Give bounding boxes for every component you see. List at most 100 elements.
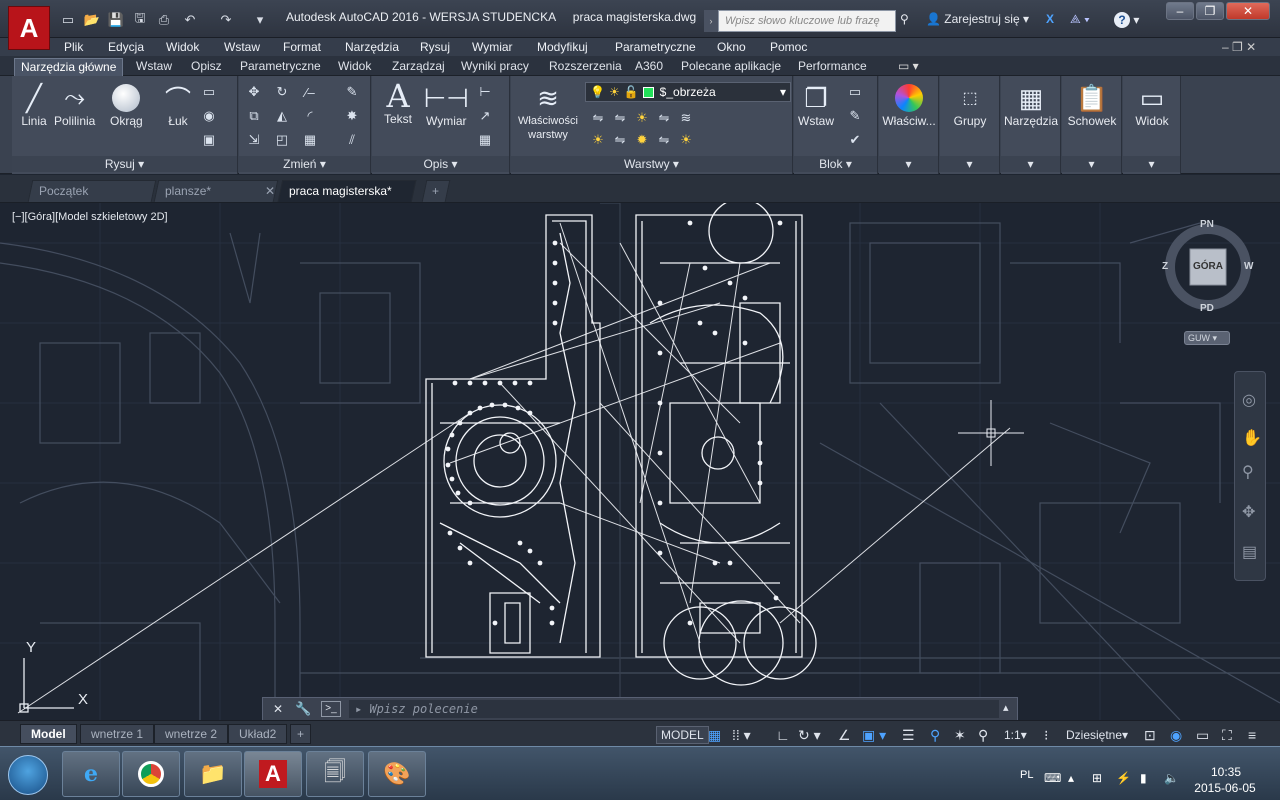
pan-icon[interactable]: ✋ <box>1242 428 1262 448</box>
doc-window-controls[interactable]: ‒ ❐ ✕ <box>1222 38 1256 56</box>
rectangle-icon[interactable]: ▭ <box>200 84 218 100</box>
tab-output[interactable]: Wyniki pracy <box>455 58 535 76</box>
open-file-icon[interactable]: 📂 <box>82 11 102 29</box>
clock-time[interactable]: 10:35 <box>1196 765 1256 779</box>
add-layout-button[interactable]: + <box>290 724 312 744</box>
tab-addins[interactable]: Rozszerzenia <box>543 58 628 76</box>
layer-tool-icon[interactable]: ☀ <box>589 132 607 148</box>
save-as-icon[interactable]: 🖫 <box>130 10 150 29</box>
qat-dropdown-icon[interactable]: ▾ <box>250 11 270 29</box>
create-block-icon[interactable]: ▭ <box>846 84 864 100</box>
fillet-icon[interactable]: ◜ <box>301 108 319 124</box>
close-icon[interactable]: ✕ <box>273 702 283 716</box>
stretch-icon[interactable]: ⇲ <box>245 132 263 148</box>
internet-explorer-icon[interactable]: e <box>62 751 120 797</box>
autocad-taskbar-icon[interactable]: A <box>244 751 302 797</box>
layer-tool-icon[interactable]: ⇋ <box>655 132 673 148</box>
menu-item[interactable]: Okno <box>717 38 746 56</box>
redo-icon[interactable]: ↷ <box>216 11 236 29</box>
mleader-icon[interactable]: ↗ <box>476 108 494 124</box>
explorer-icon[interactable]: 📁 <box>184 751 242 797</box>
network-icon[interactable]: ▮ <box>1140 771 1147 785</box>
trim-icon[interactable]: ⁄– <box>301 84 319 100</box>
tab-home[interactable]: Narzędzia główne <box>14 58 124 76</box>
clean-screen-icon[interactable]: ⛶ <box>1222 726 1232 744</box>
maximize-button[interactable]: ❐ <box>1196 2 1224 20</box>
menu-item[interactable]: Wymiar <box>472 38 513 56</box>
tab-view[interactable]: Widok <box>332 58 377 76</box>
volume-icon[interactable]: 🔈 <box>1164 771 1179 785</box>
layer-tool-icon[interactable]: ⇋ <box>589 110 607 126</box>
panel-groups[interactable]: ⬚ Grupy ▾ <box>940 76 1000 174</box>
power-icon[interactable]: ⚡ <box>1116 771 1131 785</box>
layer-tool-icon[interactable]: ✹ <box>633 132 651 148</box>
save-icon[interactable]: 💾 <box>106 11 126 29</box>
model-space-toggle[interactable]: MODEL <box>656 726 709 744</box>
minimize-button[interactable]: ‒ <box>1166 2 1194 20</box>
panel-utilities[interactable]: ▦ Narzędzia ▾ <box>1001 76 1061 174</box>
tab-featured-apps[interactable]: Polecane aplikacje <box>675 58 787 76</box>
print-icon[interactable]: ⎙ <box>154 11 174 29</box>
layer-tool-icon[interactable]: ≋ <box>677 110 695 126</box>
object-snap-icon[interactable]: ▣ ▾ <box>862 726 886 744</box>
utilities-tool[interactable]: ▦ Narzędzia <box>1001 82 1061 129</box>
leader-icon[interactable]: ⊢ <box>476 84 494 100</box>
search-expand-icon[interactable]: › <box>704 10 718 32</box>
drawing-area[interactable]: [−][Góra][Model szkieletowy 2D] Y X PN P… <box>0 203 1280 720</box>
signin-link[interactable]: Zarejestruj się <box>944 12 1019 26</box>
layout-tab[interactable]: wnetrze 2 <box>154 724 229 744</box>
application-menu-button[interactable]: A <box>8 6 50 50</box>
layer-properties-tool[interactable]: ≋ Właściwości warstwy <box>513 82 583 142</box>
viewport-controls[interactable]: [−][Góra][Model szkieletowy 2D] <box>12 211 168 223</box>
menu-item[interactable]: Modyfikuj <box>537 38 588 56</box>
menu-item[interactable]: Pomoc <box>770 38 807 56</box>
close-icon[interactable]: ✕ <box>265 181 275 201</box>
chevron-down-icon[interactable]: ▾ <box>1062 156 1121 172</box>
layer-tool-icon[interactable]: ⇋ <box>611 110 629 126</box>
layout-tab[interactable]: wnetrze 1 <box>80 724 155 744</box>
annotation-visibility-icon[interactable]: ⚲ <box>930 726 940 744</box>
user-icon[interactable]: 👤 Zarejestruj się ▾ <box>926 12 1029 26</box>
chevron-down-icon[interactable]: ▾ <box>1123 156 1180 172</box>
hardware-acceleration-icon[interactable]: ▭ <box>1196 726 1209 744</box>
circle-tool[interactable]: Okrąg <box>110 82 143 128</box>
properties-tool[interactable]: Właściw... <box>881 82 937 128</box>
ribbon-options-icon[interactable]: ▭ ▾ <box>892 58 925 76</box>
language-indicator[interactable]: PL <box>1020 769 1033 781</box>
zoom-icon[interactable]: ⚲ <box>1242 462 1254 482</box>
menu-item[interactable]: Parametryczne <box>615 38 696 56</box>
clipboard-tool[interactable]: 📋 Schowek <box>1062 82 1122 129</box>
new-file-icon[interactable]: ▭ <box>58 11 78 29</box>
panel-annotation-title[interactable]: Opis ▾ <box>372 156 509 172</box>
layout-tab[interactable]: Układ2 <box>228 724 288 744</box>
line-tool[interactable]: ╱ Linia <box>18 82 50 129</box>
chevron-down-icon[interactable]: ▾ <box>879 156 938 172</box>
menu-item[interactable]: Edycja <box>108 38 144 56</box>
windows-flag-icon[interactable]: ⊞ <box>1092 771 1102 785</box>
chevron-up-icon[interactable]: ▴ <box>1003 701 1009 714</box>
panel-block-title[interactable]: Blok ▾ <box>794 156 877 172</box>
layer-tool-icon[interactable]: ⇋ <box>655 110 673 126</box>
annotation-scale-dropdown[interactable]: 1:1 ▾ <box>1004 726 1027 744</box>
panel-view[interactable]: ▭ Widok ▾ <box>1123 76 1181 174</box>
lineweight-icon[interactable]: ☰ <box>902 726 915 744</box>
chrome-icon[interactable] <box>122 751 180 797</box>
block-attr-icon[interactable]: ✔ <box>846 132 864 148</box>
erase-icon[interactable]: ✎ <box>343 84 361 100</box>
insert-block-tool[interactable]: ❐ Wstaw <box>798 82 834 129</box>
file-tab-start[interactable]: Początek <box>27 180 157 202</box>
copy-icon[interactable]: ⧉ <box>245 108 263 124</box>
ucs-menu[interactable]: GUW ▾ <box>1184 331 1230 345</box>
viewcube-east[interactable]: W <box>1244 261 1253 272</box>
snap-icon[interactable]: ⁞⁞ ▾ <box>732 726 751 744</box>
help-button[interactable]: ? ▾ <box>1114 12 1139 28</box>
workspace-icon[interactable]: ⁝ <box>1044 726 1048 744</box>
wrench-icon[interactable]: 🔧 <box>295 701 311 717</box>
menu-item[interactable]: Widok <box>166 38 199 56</box>
tray-expand-icon[interactable]: ▴ <box>1068 771 1074 785</box>
rotate-icon[interactable]: ↻ <box>273 84 291 100</box>
panel-draw-title[interactable]: Rysuj ▾ <box>12 156 237 172</box>
layer-tool-icon[interactable]: ⇋ <box>611 132 629 148</box>
command-input[interactable]: ▸ Wpisz polecenie <box>349 700 999 718</box>
auto-scale-icon[interactable]: ✶ <box>954 726 966 744</box>
